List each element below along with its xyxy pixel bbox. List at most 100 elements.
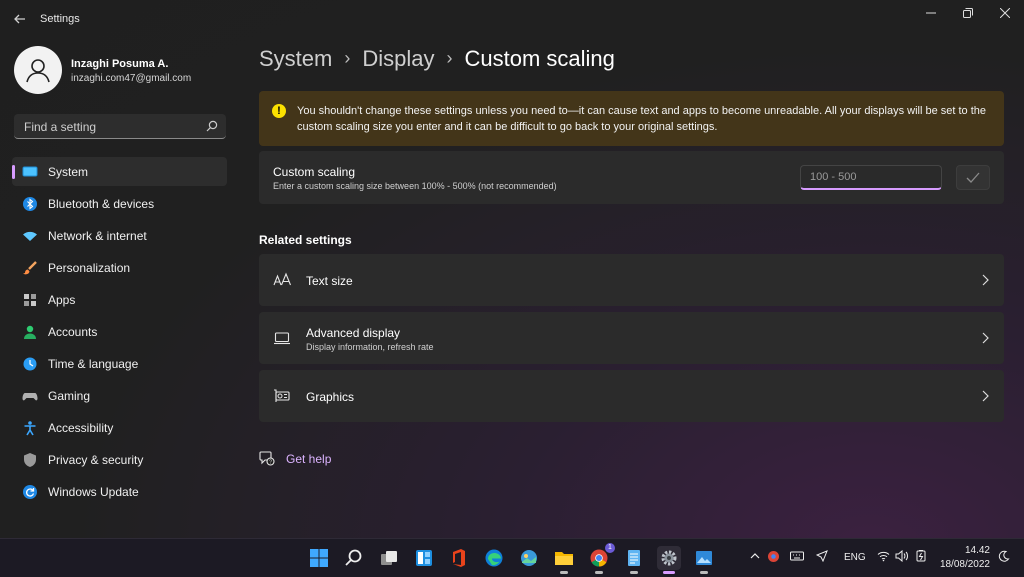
gamepad-icon	[22, 393, 38, 401]
wifi-icon	[877, 551, 890, 562]
breadcrumb-system[interactable]: System	[259, 46, 332, 71]
app-title: Settings	[40, 13, 80, 25]
graphics-label: Graphics	[306, 390, 355, 404]
shield-icon	[24, 453, 36, 467]
image-viewer-icon	[696, 551, 712, 565]
tray-chrome[interactable]	[767, 550, 780, 566]
edge-icon	[485, 549, 503, 567]
widgets-icon	[416, 550, 432, 566]
close-button[interactable]	[987, 0, 1023, 26]
sidebar-item-apps[interactable]: Apps	[12, 285, 227, 314]
restore-button[interactable]	[950, 0, 986, 26]
globe-clock-icon	[23, 357, 37, 371]
taskbar-search[interactable]	[342, 546, 366, 570]
text-size-icon	[273, 272, 291, 286]
photos-icon	[521, 550, 537, 566]
sidebar-item-personalization[interactable]: Personalization	[12, 253, 227, 282]
sidebar-item-system[interactable]: System	[12, 157, 227, 186]
advanced-display-card[interactable]: Advanced display Display information, re…	[259, 312, 1004, 364]
running-indicator	[630, 571, 638, 574]
settings-icon	[661, 550, 677, 566]
sidebar-item-network[interactable]: Network & internet	[12, 221, 227, 250]
battery-charging-icon	[916, 549, 926, 562]
notification-badge: 1	[605, 543, 615, 553]
minimize-button[interactable]	[913, 0, 949, 26]
taskbar-file-explorer[interactable]	[552, 546, 576, 574]
chevron-right-icon	[982, 390, 989, 402]
sidebar-item-label: Apps	[48, 293, 76, 307]
custom-scaling-description: Enter a custom scaling size between 100%…	[273, 181, 557, 191]
breadcrumb-display[interactable]: Display	[362, 46, 434, 71]
language-indicator[interactable]: ENG	[844, 552, 866, 563]
sidebar-item-label: Network & internet	[48, 229, 147, 243]
keyboard-icon	[790, 551, 804, 561]
advanced-display-label: Advanced display	[306, 326, 401, 340]
breadcrumb-separator: ›	[446, 48, 453, 68]
clock-date: 18/08/2022	[939, 559, 990, 570]
search-box[interactable]	[14, 114, 226, 139]
widgets-button[interactable]	[412, 546, 436, 570]
back-button[interactable]	[10, 9, 30, 29]
custom-scaling-input-box[interactable]	[800, 165, 942, 190]
search-input[interactable]	[22, 118, 206, 136]
sidebar-item-label: Accounts	[48, 325, 98, 339]
windows-start-icon	[310, 549, 328, 567]
warning-banner: ! You shouldn't change these settings un…	[259, 91, 1004, 146]
sidebar-item-privacy[interactable]: Privacy & security	[12, 445, 227, 474]
task-view-button[interactable]	[377, 546, 401, 570]
taskbar-image-viewer[interactable]	[692, 546, 716, 574]
chevron-up-icon	[750, 553, 760, 559]
sidebar-item-label: Personalization	[48, 261, 131, 275]
tray-location[interactable]	[815, 550, 828, 565]
sidebar-item-windows-update[interactable]: Windows Update	[12, 477, 227, 506]
clock-time: 14.42	[964, 545, 990, 556]
sidebar-item-label: Time & language	[48, 357, 139, 371]
active-app-indicator	[663, 571, 675, 574]
notifications-button[interactable]	[998, 550, 1010, 565]
bluetooth-icon	[23, 197, 37, 211]
show-hidden-icons-button[interactable]	[749, 550, 761, 565]
tray-keyboard[interactable]	[790, 550, 804, 565]
sidebar-item-time-language[interactable]: Time & language	[12, 349, 227, 378]
text-size-card[interactable]: Text size	[259, 254, 1004, 306]
tray-volume[interactable]	[895, 549, 909, 565]
start-button[interactable]	[307, 546, 331, 570]
apply-button[interactable]	[956, 165, 990, 190]
taskbar-settings[interactable]	[657, 546, 681, 574]
breadcrumb: System › Display › Custom scaling	[259, 46, 615, 72]
custom-scaling-input[interactable]	[808, 170, 932, 184]
graphics-card-icon	[274, 389, 290, 402]
volume-icon	[895, 549, 908, 563]
taskbar-clock[interactable]: 14.42 18/08/2022	[930, 544, 990, 572]
taskbar-photos[interactable]	[517, 546, 541, 570]
custom-scaling-card: Custom scaling Enter a custom scaling si…	[259, 151, 1004, 204]
sidebar-item-bluetooth[interactable]: Bluetooth & devices	[12, 189, 227, 218]
chevron-right-icon	[982, 332, 989, 344]
tray-battery[interactable]	[914, 549, 928, 565]
sidebar-item-gaming[interactable]: Gaming	[12, 381, 227, 410]
minimize-icon	[926, 12, 936, 14]
location-arrow-icon	[815, 550, 828, 563]
taskbar-chrome[interactable]: 1	[587, 543, 615, 574]
taskbar-edge[interactable]	[482, 546, 506, 570]
sidebar-item-label: Privacy & security	[48, 453, 144, 467]
file-explorer-icon	[555, 552, 573, 565]
chevron-right-icon	[982, 274, 989, 286]
graphics-card[interactable]: Graphics	[259, 370, 1004, 422]
related-settings-heading: Related settings	[259, 233, 352, 247]
running-indicator	[700, 571, 708, 574]
custom-scaling-title: Custom scaling	[273, 165, 356, 179]
profile-email: inzaghi.com47@gmail.com	[71, 73, 192, 84]
running-indicator	[560, 571, 568, 574]
task-view-icon	[381, 551, 397, 565]
avatar[interactable]	[14, 46, 62, 94]
sidebar-item-accessibility[interactable]: Accessibility	[12, 413, 227, 442]
sidebar-item-accounts[interactable]: Accounts	[12, 317, 227, 346]
taskbar-office[interactable]	[447, 546, 471, 570]
taskbar-notepad[interactable]	[622, 546, 646, 574]
sidebar-item-label: Bluetooth & devices	[48, 197, 155, 211]
title-bar: Settings	[0, 0, 1024, 38]
get-help-link[interactable]: Get help	[286, 452, 331, 466]
accessibility-icon	[24, 421, 36, 436]
tray-network[interactable]	[877, 550, 890, 565]
